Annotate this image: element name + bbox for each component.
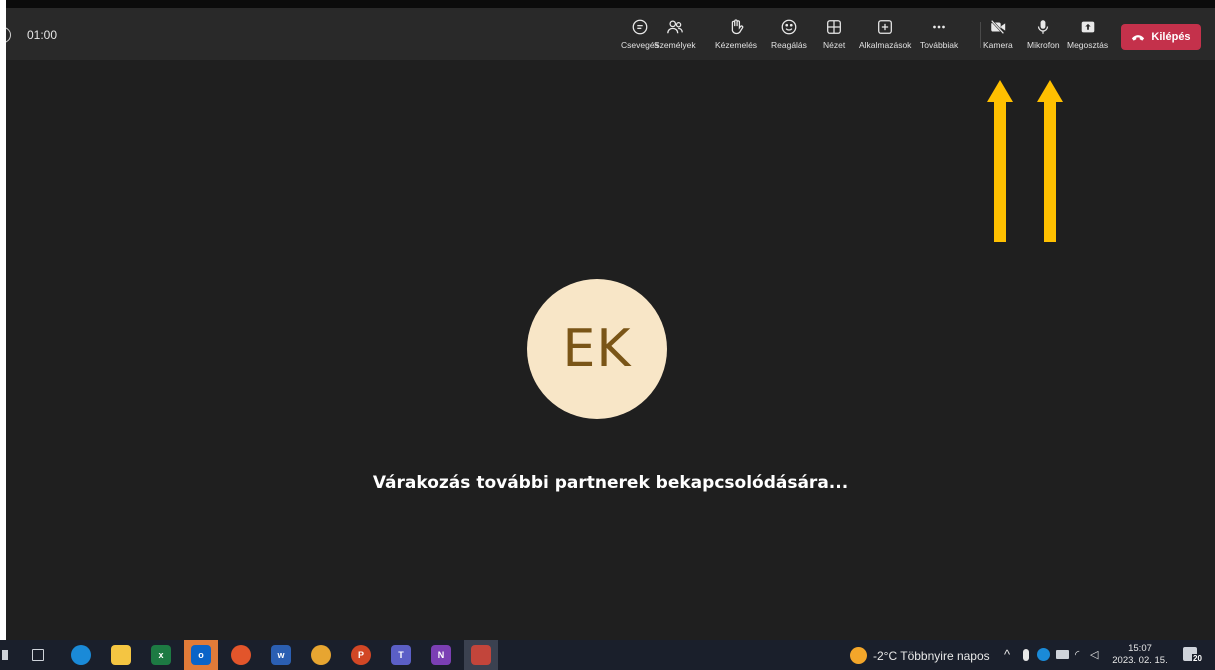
smiley-icon — [781, 19, 797, 35]
app-icon[interactable] — [471, 645, 491, 665]
onenote-icon[interactable]: N — [431, 645, 451, 665]
firefox-icon[interactable] — [231, 645, 251, 665]
view-label: Nézet — [823, 40, 846, 50]
outlook-icon[interactable]: o — [191, 645, 211, 665]
speaker-icon[interactable]: ◁ — [1090, 648, 1098, 661]
avatar: EK — [527, 279, 667, 419]
more-button[interactable]: Továbbiak — [920, 18, 958, 56]
arrow-up-icon-microphone — [1037, 80, 1063, 242]
taskbar: x o w P T N -2°C Többnyire napos ^ ◜ ◁ 1… — [0, 640, 1215, 670]
grid-icon — [827, 20, 842, 34]
leave-button[interactable]: Kilépés — [1121, 24, 1201, 50]
phone-hangup-icon — [1132, 34, 1145, 41]
waiting-message: Várakozás további partnerek bekapcsolódá… — [372, 473, 849, 493]
clock-date: 2023. 02. 15. — [1112, 655, 1168, 666]
more-label: Továbbiak — [920, 40, 959, 50]
toolbar-divider — [980, 22, 981, 48]
clock[interactable]: 15:07 2023. 02. 15. — [1112, 643, 1168, 667]
chrome-icon[interactable] — [311, 645, 331, 665]
notification-count: 20 — [1192, 654, 1203, 663]
microphone-label: Mikrofon — [1027, 40, 1060, 50]
clock-time: 15:07 — [1128, 643, 1152, 654]
weather-text[interactable]: -2°C Többnyire napos — [873, 649, 990, 663]
camera-off-icon — [990, 19, 1006, 35]
weather-icon[interactable] — [850, 647, 867, 664]
start-icon[interactable] — [2, 650, 8, 660]
word-icon[interactable]: w — [271, 645, 291, 665]
arrow-up-icon-camera — [987, 80, 1013, 242]
share-label: Megosztás — [1067, 40, 1109, 50]
camera-button[interactable]: Kamera — [983, 18, 1013, 56]
window-top-edge — [6, 0, 1215, 8]
raise-hand-button[interactable]: Kézemelés — [715, 18, 757, 56]
leave-label: Kilépés — [1151, 31, 1191, 43]
apps-label: Alkalmazások — [859, 40, 912, 50]
edge-icon[interactable] — [71, 645, 91, 665]
excel-icon[interactable]: x — [151, 645, 171, 665]
timer-text: 01:00 — [27, 28, 58, 42]
meeting-window: 01:00 Csevegés Személyek Kézemelés Reagá… — [6, 0, 1215, 670]
people-label: Személyek — [654, 40, 696, 50]
microphone-button[interactable]: Mikrofon — [1027, 18, 1060, 56]
network-app-icon[interactable] — [1037, 648, 1050, 661]
microphone-icon — [1038, 20, 1049, 34]
more-dots-icon — [933, 25, 945, 29]
plus-square-icon — [878, 20, 893, 34]
react-label: Reagálás — [771, 40, 807, 50]
chevron-up-icon[interactable]: ^ — [1004, 647, 1010, 662]
share-icon — [1081, 21, 1094, 33]
meeting-toolbar: 01:00 Csevegés Személyek Kézemelés Reagá… — [6, 8, 1215, 60]
react-button[interactable]: Reagálás — [771, 18, 807, 56]
meeting-timer: 01:00 — [6, 26, 57, 44]
shield-icon — [6, 27, 11, 43]
people-button[interactable]: Személyek — [654, 18, 696, 56]
share-button[interactable]: Megosztás — [1067, 18, 1108, 56]
people-icon — [666, 20, 683, 34]
camera-label: Kamera — [983, 40, 1013, 50]
chat-bubble-icon — [632, 19, 648, 35]
avatar-initials: EK — [562, 319, 632, 379]
task-view-icon[interactable] — [32, 649, 44, 661]
view-button[interactable]: Nézet — [823, 18, 845, 56]
hand-icon — [731, 19, 744, 35]
powerpoint-icon[interactable]: P — [351, 645, 371, 665]
raise-hand-label: Kézemelés — [715, 40, 758, 50]
apps-button[interactable]: Alkalmazások — [859, 18, 911, 56]
file-explorer-icon[interactable] — [111, 645, 131, 665]
teams-icon[interactable]: T — [391, 645, 411, 665]
wifi-icon[interactable]: ◜ — [1075, 648, 1079, 661]
battery-icon[interactable] — [1056, 650, 1069, 659]
microphone-tray-icon[interactable] — [1023, 649, 1029, 661]
